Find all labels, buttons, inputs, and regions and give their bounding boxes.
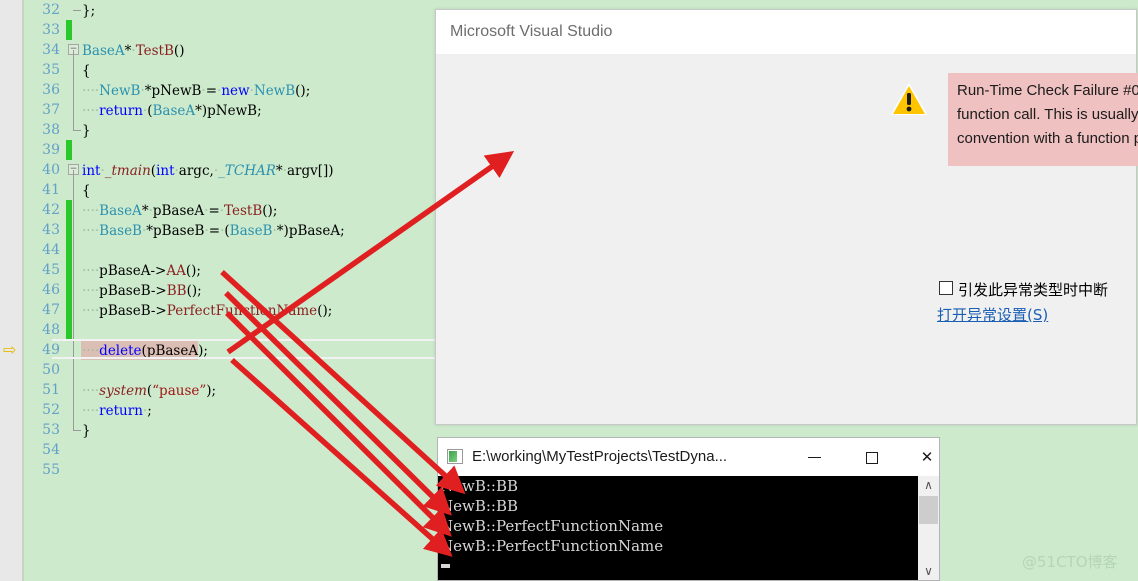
- line-number: 50: [42, 362, 60, 378]
- line-number: 48: [42, 322, 60, 338]
- console-app-icon: [447, 449, 463, 464]
- console-output-text: NewB::BB NewB::BB NewB::PerfectFunctionN…: [440, 477, 664, 555]
- line-number: 34: [42, 42, 60, 58]
- console-output-window[interactable]: E:\working\MyTestProjects\TestDyna... ✕ …: [437, 437, 940, 581]
- open-exception-settings-link[interactable]: 打开异常设置(S): [937, 304, 1048, 325]
- line-number: 52: [42, 402, 60, 418]
- console-output-area: NewB::BB NewB::BB NewB::PerfectFunctionN…: [438, 476, 939, 580]
- line-number: 44: [42, 242, 60, 258]
- code-text: };: [82, 3, 96, 19]
- change-bar: [66, 200, 72, 220]
- line-number: 45: [42, 262, 60, 278]
- visual-studio-error-dialog[interactable]: Microsoft Visual Studio Run-Time Check F…: [435, 9, 1138, 425]
- error-message-text: Run-Time Check Failure #0 - The value of…: [948, 73, 1138, 166]
- dialog-titlebar: Microsoft Visual Studio: [436, 10, 1136, 54]
- code-text: BaseA*·TestB(): [82, 43, 185, 59]
- line-number: 49: [42, 342, 60, 358]
- code-text: ····pBaseB->PerfectFunctionName();: [82, 303, 333, 319]
- dialog-title: Microsoft Visual Studio: [450, 23, 613, 40]
- change-bar: [66, 140, 72, 160]
- outlining-guide-end: [73, 10, 81, 11]
- line-number: 42: [42, 202, 60, 218]
- watermark: @51CTO博客: [1022, 553, 1118, 571]
- code-text: ····delete(pBaseA);: [82, 343, 208, 359]
- console-scroll-up-icon[interactable]: ∧: [918, 476, 939, 494]
- warning-triangle-icon: [889, 81, 929, 117]
- outlining-guide: [73, 170, 74, 430]
- line-number: 41: [42, 182, 60, 198]
- close-icon[interactable]: ✕: [904, 438, 950, 476]
- change-bar: [66, 300, 72, 320]
- line-number: 43: [42, 222, 60, 238]
- outlining-guide-end: [73, 130, 81, 131]
- code-text: }: [82, 123, 91, 139]
- line-number: 36: [42, 82, 60, 98]
- code-text: ····return·;: [82, 403, 152, 419]
- change-bar: [66, 320, 72, 340]
- break-on-exception-label: 引发此异常类型时中断: [958, 281, 1109, 299]
- line-number: 39: [42, 142, 60, 158]
- change-bar: [66, 20, 72, 40]
- line-number: 47: [42, 302, 60, 318]
- code-text: ····return·(BaseA*)pNewB;: [82, 103, 262, 119]
- console-scroll-down-icon[interactable]: ∨: [918, 562, 939, 580]
- line-number: 55: [42, 462, 60, 478]
- code-text: {: [82, 63, 91, 79]
- code-text: ····BaseA*·pBaseA·=·TestB();: [82, 203, 278, 219]
- code-text: ····system(“pause”);: [82, 383, 217, 399]
- outlining-guide: [73, 50, 74, 130]
- line-number: 35: [42, 62, 60, 78]
- line-number: 53: [42, 422, 60, 438]
- code-text: int·_tmain(int·argc,·_TCHAR*·argv[]): [82, 163, 334, 179]
- code-text: ····NewB·*pNewB·=·new·NewB();: [82, 83, 311, 99]
- line-number: 54: [42, 442, 60, 458]
- editor-indicator-margin[interactable]: ⇨: [0, 0, 23, 581]
- break-on-exception-checkbox[interactable]: [939, 281, 953, 295]
- change-bar: [66, 240, 72, 260]
- code-text: {: [82, 183, 91, 199]
- execution-pointer-icon: ⇨: [3, 342, 17, 359]
- code-text: }: [82, 423, 91, 439]
- console-scrollbar-thumb[interactable]: [919, 496, 938, 524]
- console-titlebar[interactable]: E:\working\MyTestProjects\TestDyna... ✕: [438, 438, 939, 476]
- code-text: ····pBaseA->AA();: [82, 263, 201, 279]
- minimize-icon[interactable]: [791, 438, 837, 476]
- change-bar: [66, 220, 72, 240]
- line-number: 32: [42, 2, 60, 18]
- code-text: ····BaseB·*pBaseB·=·(BaseB·*)pBaseA;: [82, 223, 345, 239]
- line-number: 51: [42, 382, 60, 398]
- line-number: 33: [42, 22, 60, 38]
- change-bar: [66, 280, 72, 300]
- outlining-guide-end: [73, 430, 81, 431]
- console-scrollbar[interactable]: ∧ ∨: [918, 476, 939, 580]
- maximize-icon[interactable]: [849, 438, 895, 476]
- line-number: 38: [42, 122, 60, 138]
- code-text: ····pBaseB->BB();: [82, 283, 202, 299]
- line-number: 37: [42, 102, 60, 118]
- console-caret: [441, 564, 450, 568]
- change-bar: [66, 260, 72, 280]
- line-number: 40: [42, 162, 60, 178]
- line-number: 46: [42, 282, 60, 298]
- console-title: E:\working\MyTestProjects\TestDyna...: [472, 448, 728, 465]
